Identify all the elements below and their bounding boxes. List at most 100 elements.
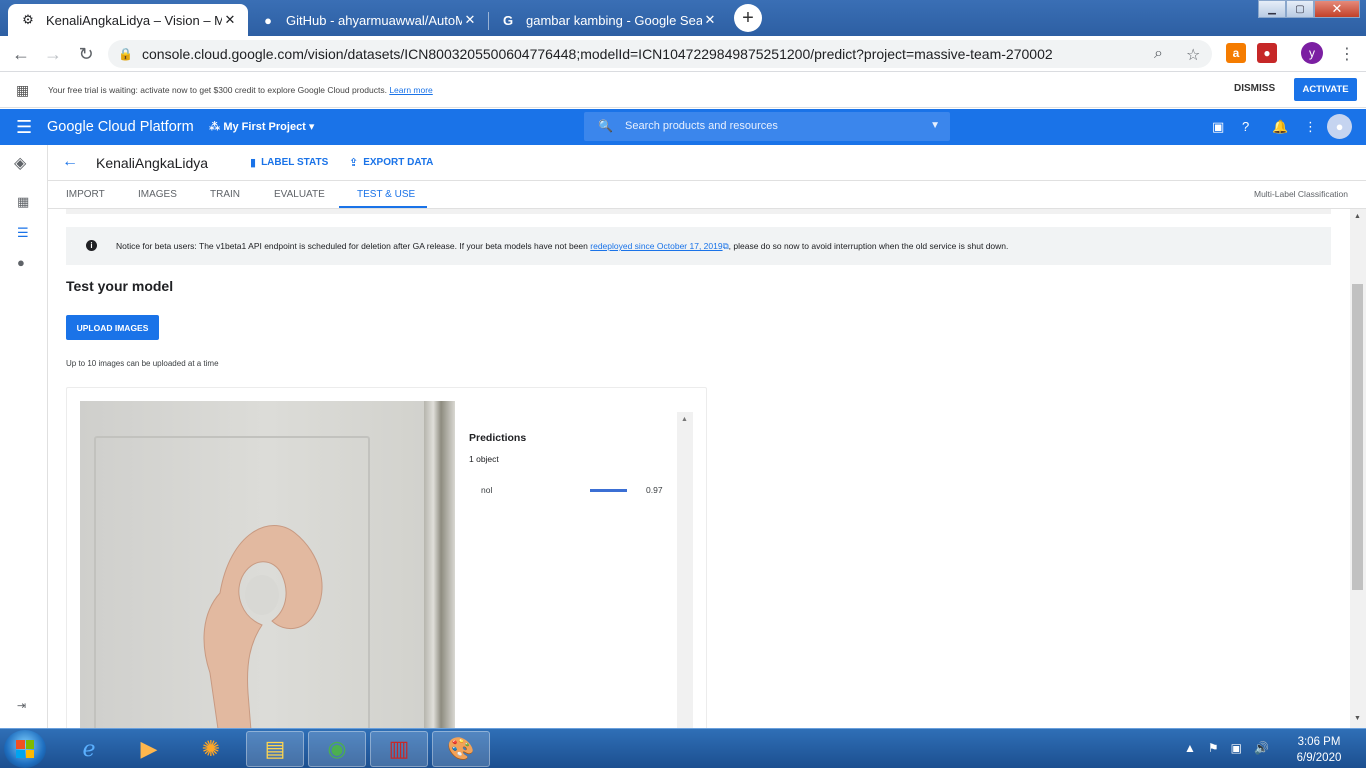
minimize-button[interactable]: ▁	[1258, 0, 1286, 18]
tab-test-and-use[interactable]: TEST & USE	[357, 189, 415, 200]
paint-icon[interactable]: 🎨	[432, 731, 490, 767]
volume-icon[interactable]: 🔊	[1254, 741, 1269, 755]
browser-toolbar: ← → ↻ 🔒 console.cloud.google.com/vision/…	[0, 36, 1366, 72]
close-tab-icon[interactable]: ✕	[702, 12, 718, 28]
github-icon: ●	[264, 12, 272, 28]
address-bar[interactable]: 🔒 console.cloud.google.com/vision/datase…	[108, 40, 1212, 68]
dataset-tabs: IMPORT IMAGES TRAIN EVALUATE TEST & USE …	[48, 181, 1366, 209]
media-player-icon[interactable]: ▶	[120, 731, 178, 767]
action-center-flag-icon[interactable]: ⚑	[1208, 741, 1219, 755]
file-explorer-icon[interactable]: ▤	[246, 731, 304, 767]
scroll-down-arrow-icon[interactable]: ▼	[1354, 715, 1361, 722]
back-arrow-icon[interactable]: ←	[62, 153, 78, 171]
bookmark-star-icon[interactable]: ☆	[1186, 45, 1200, 65]
chevron-down-icon[interactable]: ▼	[930, 120, 940, 131]
project-icon: ⁂	[209, 121, 221, 133]
close-tab-icon[interactable]: ✕	[462, 12, 478, 28]
chevron-down-icon: ▾	[308, 121, 315, 133]
info-icon: i	[86, 240, 97, 251]
classification-type: Multi-Label Classification	[1253, 189, 1348, 199]
left-nav-rail: ◈ ▦ ☰ ● ⇥	[0, 145, 48, 728]
reload-icon[interactable]: ↻	[73, 41, 99, 67]
notifications-bell-icon[interactable]: 🔔	[1272, 119, 1288, 135]
more-options-icon[interactable]: ⋮	[1304, 119, 1317, 135]
tab-images[interactable]: IMAGES	[138, 189, 177, 200]
scroll-up-arrow-icon[interactable]: ▲	[681, 416, 688, 423]
notice-before: Notice for beta users: The v1beta1 API e…	[116, 241, 588, 251]
forward-arrow-icon[interactable]: →	[40, 41, 66, 67]
scrollbar-thumb[interactable]	[1352, 284, 1363, 590]
learn-more-link[interactable]: Learn more	[389, 85, 432, 95]
browser-tab-github[interactable]: ● GitHub - ahyarmuawwal/AutoML ✕	[248, 4, 488, 36]
redeploy-link[interactable]: redeployed since October 17, 2019	[590, 241, 722, 251]
close-tab-icon[interactable]: ✕	[222, 12, 238, 28]
trial-text: Your free trial is waiting: activate now…	[48, 85, 387, 95]
tab-title: gambar kambing - Google Search	[526, 12, 702, 28]
hamburger-menu-icon[interactable]: ☰	[16, 117, 32, 138]
close-window-button[interactable]: ✕	[1314, 0, 1360, 18]
uploaded-image	[80, 401, 455, 728]
start-button[interactable]	[4, 730, 46, 768]
chrome-menu-icon[interactable]: ⋮	[1339, 44, 1355, 64]
prediction-row: nol 0.97	[469, 485, 669, 497]
tab-evaluate[interactable]: EVALUATE	[274, 189, 325, 200]
tab-import[interactable]: IMPORT	[66, 189, 105, 200]
vision-diamond-icon[interactable]: ◈	[14, 153, 26, 173]
cloud-shell-icon[interactable]: ▣	[1212, 119, 1224, 135]
settings-app-icon[interactable]: ✺	[182, 731, 240, 767]
tab-train[interactable]: TRAIN	[210, 189, 240, 200]
browser-tab-google[interactable]: G gambar kambing - Google Search ✕	[488, 4, 728, 36]
project-selector[interactable]: ⁂ My First Project ▾	[209, 120, 314, 133]
prediction-label: nol	[481, 485, 493, 495]
active-tab-indicator	[339, 206, 427, 208]
gcp-header: ☰ Google Cloud Platform ⁂ My First Proje…	[0, 109, 1366, 145]
predictions-panel: Predictions 1 object nol 0.97	[469, 432, 663, 495]
prediction-card: Predictions 1 object nol 0.97 ▲	[66, 387, 707, 728]
extension-icon[interactable]: a	[1226, 43, 1246, 63]
trial-message: Your free trial is waiting: activate now…	[48, 85, 433, 95]
back-arrow-icon[interactable]: ←	[8, 41, 34, 67]
extension-video-icon[interactable]: ●	[1257, 43, 1277, 63]
tab-title: KenaliAngkaLidya – Vision – My Fi	[46, 12, 222, 28]
winrar-icon[interactable]: ▥	[370, 731, 428, 767]
prediction-score: 0.97	[646, 485, 663, 495]
door-frame	[424, 401, 455, 728]
predictions-heading: Predictions	[469, 432, 527, 444]
label-stats-button[interactable]: ▮ LABEL STATS	[250, 156, 328, 169]
browser-tab-vision[interactable]: ⚙ KenaliAngkaLidya – Vision – My Fi ✕	[8, 4, 248, 36]
dismiss-button[interactable]: DISMISS	[1234, 83, 1275, 94]
zoom-icon[interactable]: ⌕	[1154, 45, 1163, 63]
notice-text: Notice for beta users: The v1beta1 API e…	[116, 241, 1008, 252]
windows-taskbar: ℯ ▶ ✺ ▤ ◉ ▥ 🎨 ▲ ⚑ ▣ 🔊 3:06 PM 6/9/2020	[0, 728, 1366, 768]
page-scrollbar[interactable]: ▲ ▼	[1350, 209, 1366, 728]
activate-button[interactable]: ACTIVATE	[1294, 78, 1357, 101]
network-icon[interactable]: ▣	[1231, 741, 1242, 755]
profile-avatar[interactable]: y	[1301, 42, 1323, 64]
gift-icon: ▦	[16, 82, 30, 98]
gcp-brand[interactable]: Google Cloud Platform	[47, 119, 194, 135]
notice-after: , please do so now to avoid interruption…	[728, 241, 1009, 251]
new-tab-button[interactable]: +	[734, 4, 762, 32]
system-clock[interactable]: 3:06 PM 6/9/2020	[1290, 734, 1348, 766]
dashboard-icon[interactable]: ▦	[17, 194, 29, 210]
internet-explorer-icon[interactable]: ℯ	[60, 731, 118, 767]
clock-date: 6/9/2020	[1296, 752, 1342, 764]
expand-nav-icon[interactable]: ⇥	[17, 699, 26, 712]
lightbulb-icon[interactable]: ●	[17, 255, 25, 270]
search-placeholder: Search products and resources	[625, 120, 778, 132]
account-avatar[interactable]: ●	[1327, 114, 1352, 139]
scroll-up-arrow-icon[interactable]: ▲	[1354, 213, 1361, 220]
predictions-scrollbar[interactable]: ▲	[677, 412, 693, 728]
label-stats-label: LABEL STATS	[261, 157, 329, 168]
export-data-button[interactable]: ⇪ EXPORT DATA	[349, 156, 433, 169]
maximize-button[interactable]: ▢	[1286, 0, 1314, 18]
show-hidden-icons-icon[interactable]: ▲	[1184, 741, 1196, 755]
datasets-list-icon[interactable]: ☰	[17, 225, 29, 241]
predictions-count: 1 object	[469, 454, 499, 464]
help-icon[interactable]: ?	[1242, 119, 1249, 134]
upload-images-button[interactable]: UPLOAD IMAGES	[66, 315, 159, 340]
lock-icon: 🔒	[118, 47, 133, 61]
search-input[interactable]: 🔍 Search products and resources ▼	[584, 112, 950, 141]
chrome-icon[interactable]: ◉	[308, 731, 366, 767]
system-tray: ▲ ⚑ ▣ 🔊	[1184, 741, 1269, 755]
